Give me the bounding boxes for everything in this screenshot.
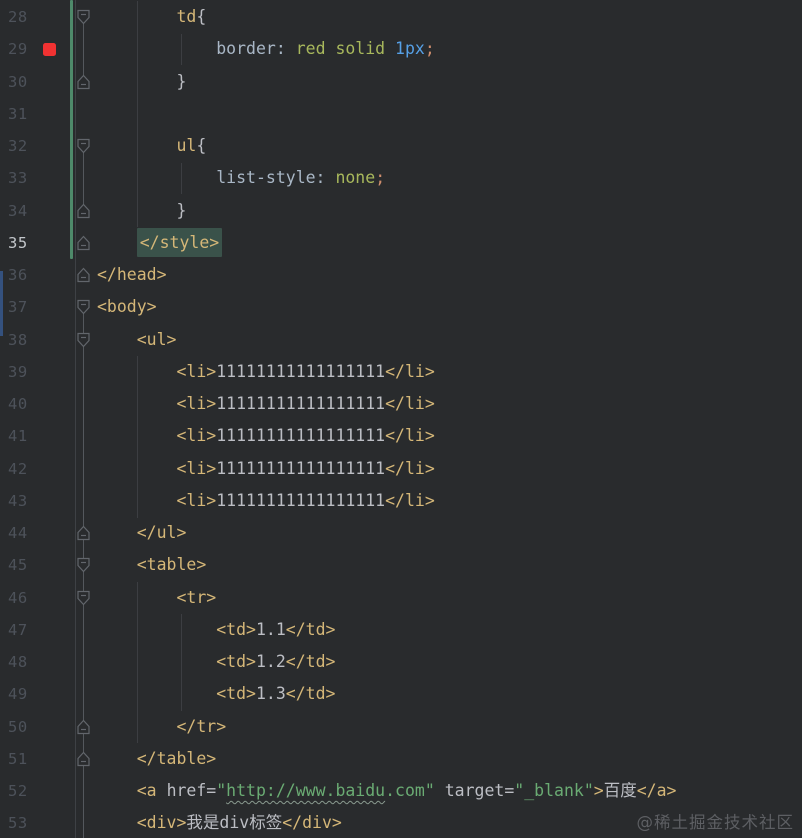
code-text: <li>11111111111111111</li>	[176, 426, 435, 446]
line-number[interactable]: 40	[8, 388, 52, 420]
code-line-34[interactable]: 34 }	[0, 195, 802, 227]
code-text: ul{	[176, 136, 207, 155]
fold-end-icon[interactable]	[77, 267, 90, 283]
line-number[interactable]: 34	[8, 195, 52, 227]
code-text: <li>11111111111111111</li>	[176, 394, 435, 413]
code-line-32[interactable]: 32 ul{	[0, 130, 802, 162]
line-number[interactable]: 33	[8, 162, 52, 194]
editor-lines[interactable]: 28 td{29 border: red solid 1px; 30 } 31 32 …	[0, 0, 802, 838]
line-number[interactable]: 38	[8, 324, 52, 356]
line-number[interactable]: 35	[8, 227, 52, 259]
line-number[interactable]: 52	[8, 775, 52, 807]
code-line-51[interactable]: 51 </table>	[0, 743, 802, 775]
code-text: <td>1.2</td>	[216, 652, 336, 671]
code-line-33[interactable]: 33 list-style: none;	[0, 162, 802, 194]
line-number[interactable]: 45	[8, 549, 52, 581]
fold-end-icon[interactable]	[77, 74, 90, 90]
code-text: <table>	[136, 555, 207, 575]
code-text: </ul>	[136, 523, 187, 542]
line-number[interactable]: 41	[8, 420, 52, 452]
line-number[interactable]: 50	[8, 711, 52, 743]
code-line-40[interactable]: 40 <li>11111111111111111</li>	[0, 388, 802, 420]
fold-end-icon[interactable]	[77, 751, 90, 767]
code-line-36[interactable]: 36 </head>	[0, 259, 802, 291]
line-number[interactable]: 30	[8, 66, 52, 98]
code-text: <li>11111111111111111</li>	[176, 490, 435, 510]
fold-start-icon[interactable]	[77, 138, 90, 154]
line-number[interactable]: 36	[8, 259, 52, 291]
code-text: <ul>	[136, 329, 177, 349]
code-text: td{	[176, 7, 207, 26]
fold-end-icon[interactable]	[77, 525, 90, 541]
watermark: @稀土掘金技术社区	[636, 813, 794, 832]
code-text: <td>1.3</td>	[216, 684, 336, 704]
code-text: list-style: none;	[216, 168, 386, 188]
code-line-52[interactable]: 52 <a href="http://www.baidu.com" target…	[0, 775, 802, 807]
code-text: <tr>	[176, 587, 217, 607]
line-number[interactable]: 49	[8, 678, 52, 710]
code-text: <td>1.1</td>	[216, 619, 336, 639]
code-text: }	[176, 71, 187, 91]
code-line-35[interactable]: 35 </style>	[0, 227, 802, 259]
code-line-31[interactable]: 31	[0, 98, 802, 130]
line-number[interactable]: 28	[8, 1, 52, 33]
fold-start-icon[interactable]	[77, 299, 90, 315]
code-line-42[interactable]: 42 <li>11111111111111111</li>	[0, 453, 802, 485]
code-line-49[interactable]: 49 <td>1.3</td>	[0, 678, 802, 710]
code-line-47[interactable]: 47 <td>1.1</td>	[0, 614, 802, 646]
line-number[interactable]: 51	[8, 743, 52, 775]
line-number[interactable]: 44	[8, 517, 52, 549]
line-number[interactable]: 32	[8, 130, 52, 162]
line-number[interactable]: 46	[8, 582, 52, 614]
line-number[interactable]: 43	[8, 485, 52, 517]
fold-start-icon[interactable]	[77, 332, 90, 348]
code-text: </head>	[97, 265, 167, 284]
code-line-48[interactable]: 48 <td>1.2</td>	[0, 646, 802, 678]
code-line-41[interactable]: 41 <li>11111111111111111</li>	[0, 420, 802, 452]
code-line-44[interactable]: 44 </ul>	[0, 517, 802, 549]
code-text: <body>	[97, 297, 157, 317]
line-number[interactable]: 39	[8, 356, 52, 388]
line-number[interactable]: 47	[8, 614, 52, 646]
code-line-50[interactable]: 50 </tr>	[0, 711, 802, 743]
fold-start-icon[interactable]	[77, 9, 90, 25]
code-editor[interactable]: 28 td{29 border: red solid 1px; 30 } 31 32 …	[0, 0, 802, 838]
code-line-28[interactable]: 28 td{	[0, 1, 802, 33]
code-line-39[interactable]: 39 <li>11111111111111111</li>	[0, 356, 802, 388]
line-number[interactable]: 37	[8, 291, 52, 323]
code-text: <a href="http://www.baidu.com" target="_…	[136, 781, 677, 800]
code-text: }	[176, 200, 187, 220]
code-line-46[interactable]: 46 <tr>	[0, 582, 802, 614]
line-number[interactable]: 48	[8, 646, 52, 678]
line-number[interactable]: 31	[8, 98, 52, 130]
line-number[interactable]: 42	[8, 453, 52, 485]
breakpoint-icon[interactable]	[43, 42, 56, 56]
code-text: <div>我是div标签</div>	[136, 813, 342, 833]
fold-start-icon[interactable]	[77, 557, 90, 573]
code-text: </table>	[136, 748, 217, 768]
fold-end-icon[interactable]	[77, 235, 90, 251]
fold-end-icon[interactable]	[77, 203, 90, 219]
code-text: </style>	[97, 227, 223, 259]
code-text: border: red solid 1px;	[216, 39, 435, 59]
code-text: </tr>	[176, 716, 227, 736]
code-line-30[interactable]: 30 }	[0, 66, 802, 98]
fold-end-icon[interactable]	[77, 719, 90, 735]
code-line-38[interactable]: 38 <ul>	[0, 324, 802, 356]
code-text: <li>11111111111111111</li>	[176, 458, 435, 478]
code-text: <li>11111111111111111</li>	[176, 361, 435, 381]
code-line-45[interactable]: 45 <table>	[0, 549, 802, 581]
code-line-37[interactable]: 37 <body>	[0, 291, 802, 323]
line-number[interactable]: 53	[8, 807, 52, 838]
code-line-43[interactable]: 43 <li>11111111111111111</li>	[0, 485, 802, 517]
code-line-29[interactable]: 29 border: red solid 1px;	[0, 33, 802, 65]
fold-start-icon[interactable]	[77, 590, 90, 606]
